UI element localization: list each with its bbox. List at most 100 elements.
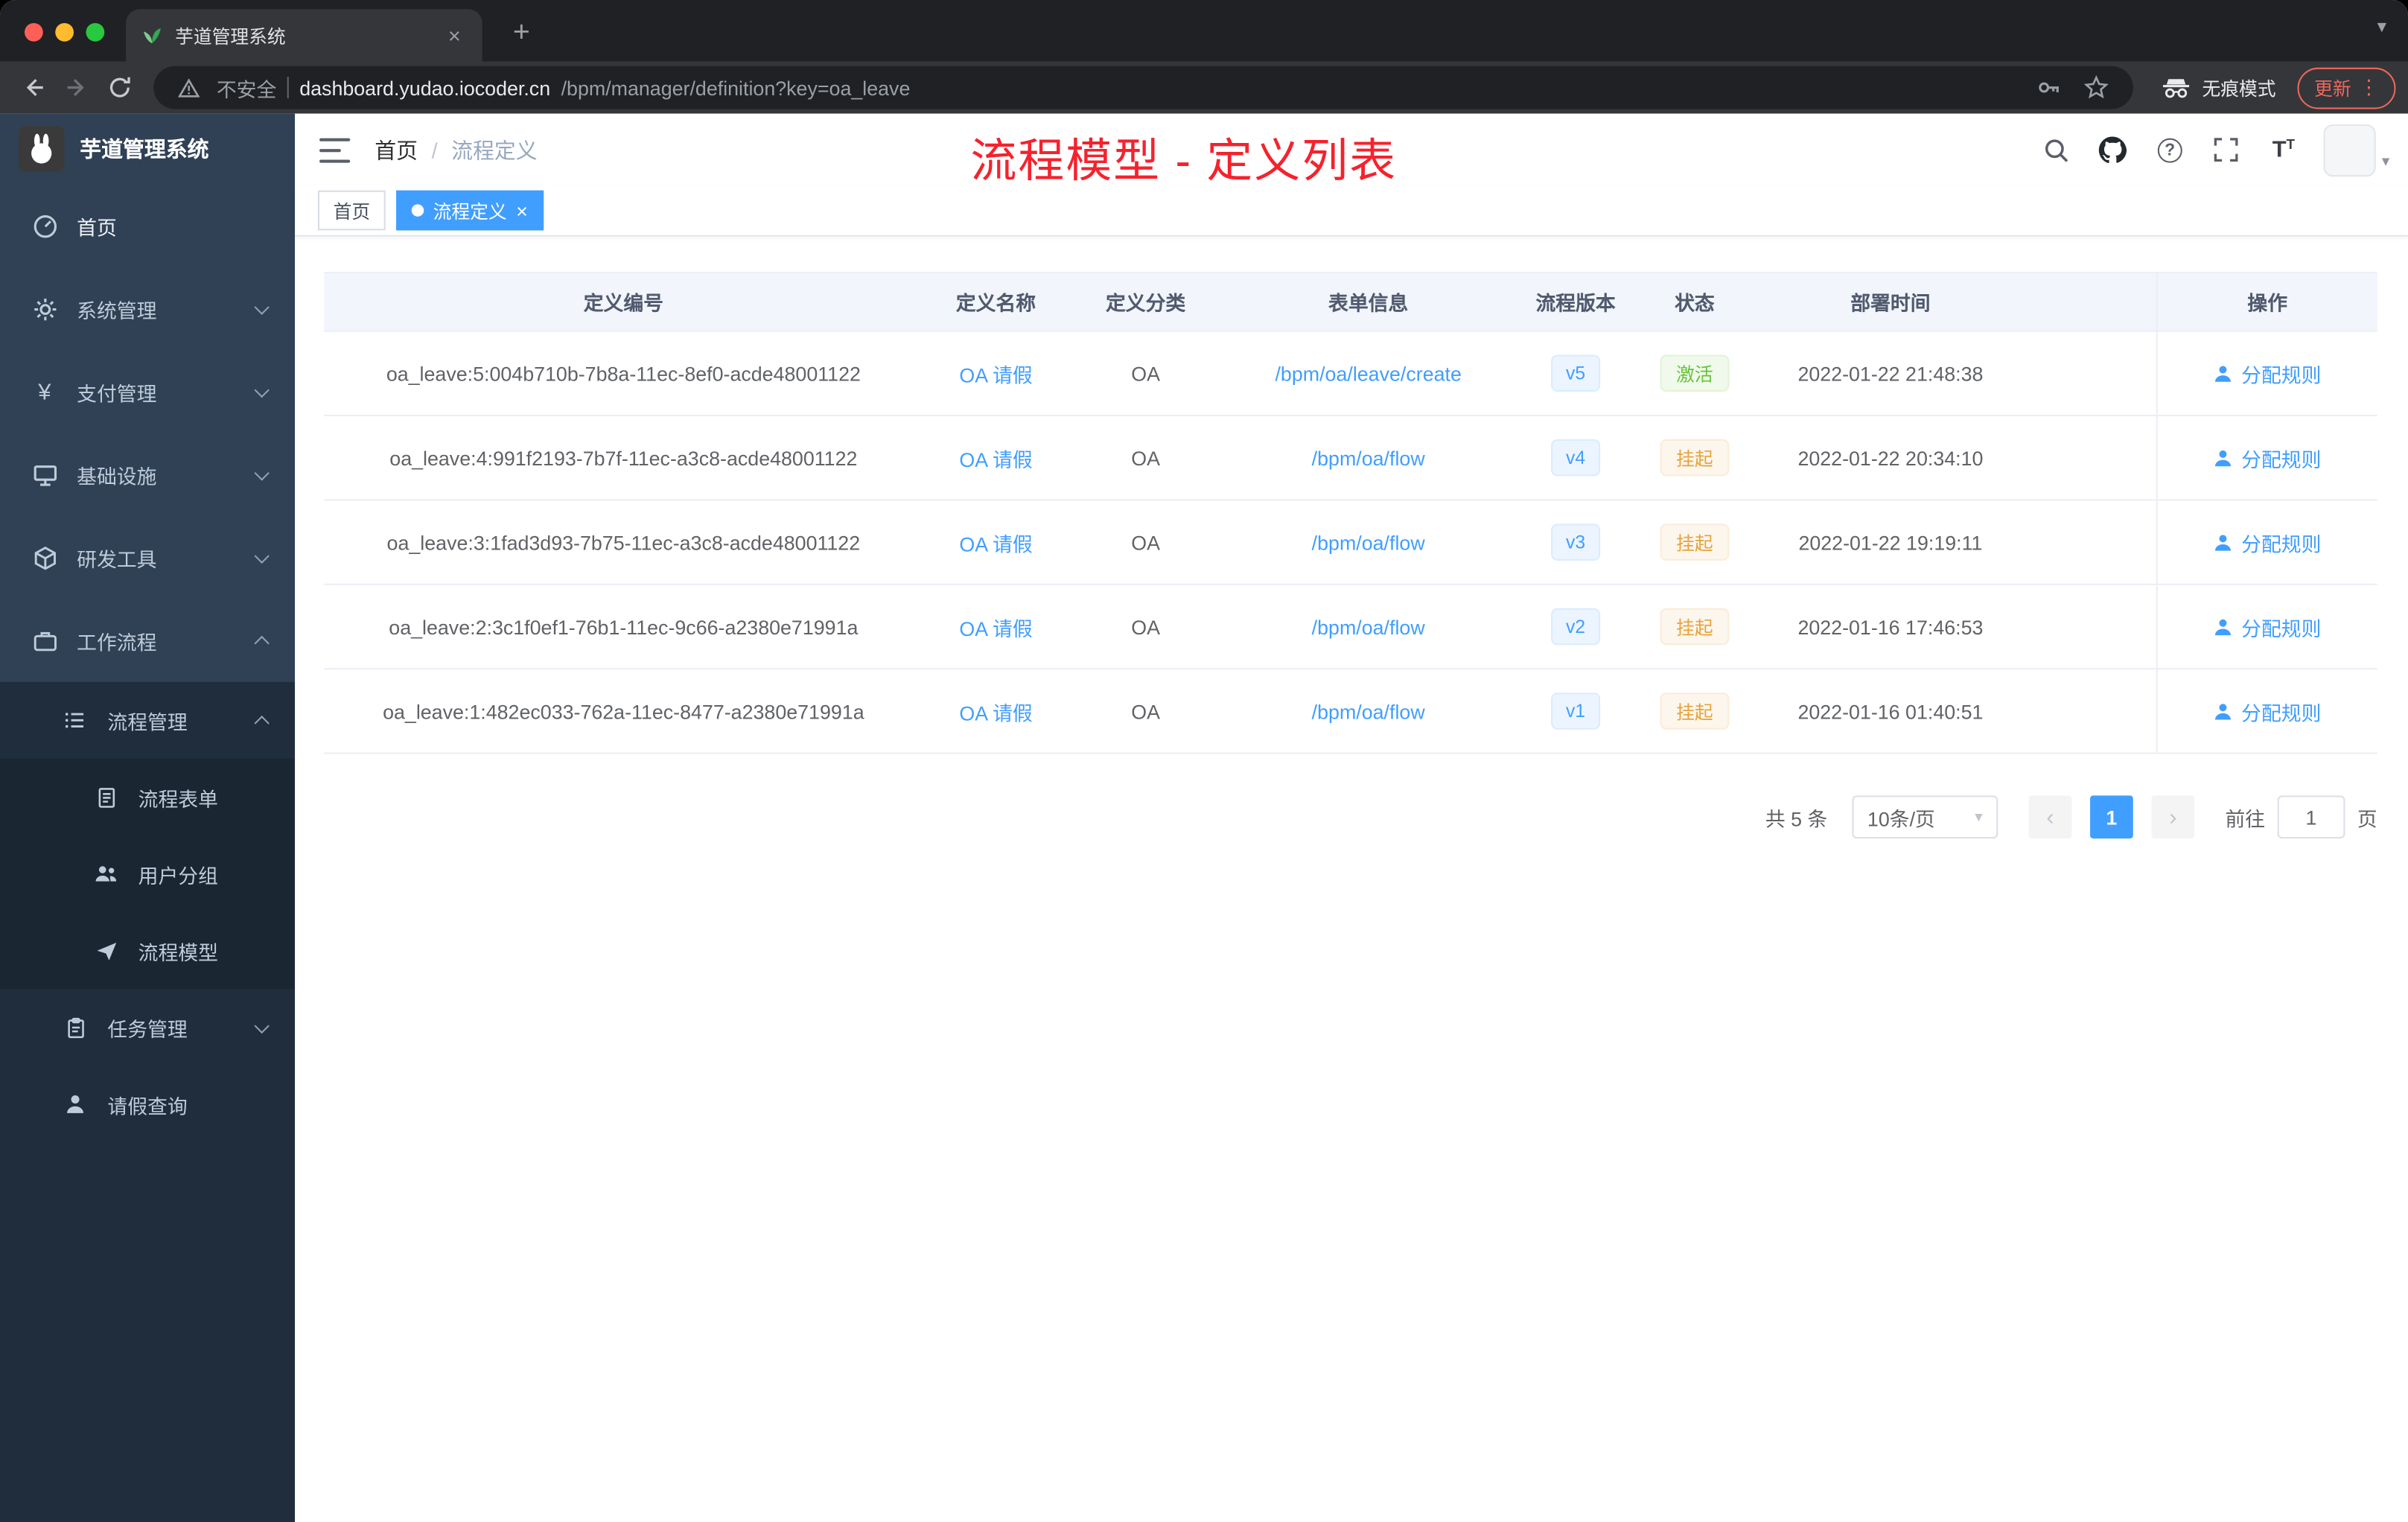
total-count: 共 5 条 (1765, 806, 1828, 830)
new-tab-button[interactable]: + (504, 17, 540, 51)
tab-title: 芋道管理系统 (175, 25, 286, 47)
avatar-caret-icon: ▾ (2381, 153, 2390, 170)
status-tag: 挂起 (1660, 608, 1729, 646)
tab-close-icon[interactable]: × (442, 22, 467, 49)
sidebar-item-system-management[interactable]: 系统管理 (0, 267, 295, 350)
chevron-up-icon (254, 715, 270, 730)
form-link[interactable]: /bpm/oa/flow (1312, 531, 1425, 554)
incognito-badge: 无痕模式 (2145, 74, 2291, 101)
chevron-down-icon (254, 1017, 270, 1034)
search-icon[interactable] (2039, 133, 2073, 166)
assign-rule-link[interactable]: 分配规则 (2214, 443, 2321, 472)
sidebar-item-label: 流程表单 (138, 787, 218, 810)
sidebar-item-task-management[interactable]: 任务管理 (0, 989, 295, 1066)
form-link[interactable]: /bpm/oa/flow (1312, 699, 1425, 722)
sidebar-item-process-form[interactable]: 流程表单 (0, 759, 295, 835)
window-maximize-button[interactable] (86, 22, 105, 42)
reload-icon[interactable] (98, 66, 141, 109)
font-size-icon[interactable]: TT (2267, 133, 2300, 166)
definition-id-cell: oa_leave:3:1fad3d93-7b75-11ec-a3c8-acde4… (386, 530, 861, 554)
sidebar-item-process-model[interactable]: 流程模型 (0, 912, 295, 989)
deploy-time-cell: 2022-01-16 01:40:51 (1797, 699, 1984, 723)
page-annotation: 流程模型 - 定义列表 (970, 136, 1398, 188)
table-row: oa_leave:2:3c1f0ef1-76b1-11ec-9c66-a2380… (324, 585, 2377, 670)
form-link[interactable]: /bpm/oa/flow (1312, 446, 1425, 469)
definition-category-cell: OA (1131, 446, 1160, 470)
sidebar-item-label: 请假查询 (107, 1094, 188, 1118)
forward-icon[interactable] (55, 66, 98, 109)
incognito-icon (2161, 77, 2191, 98)
list-icon (62, 707, 89, 734)
sidebar-item-process-management[interactable]: 流程管理 (0, 682, 295, 759)
sidebar-item-label: 研发工具 (77, 547, 157, 571)
paper-plane-icon (92, 937, 120, 964)
sidebar-item-user-group[interactable]: 用户分组 (0, 835, 295, 912)
header-actions: ? TT ▾ (2039, 114, 2389, 186)
column-header: 部署时间 (1850, 291, 1931, 315)
user-avatar[interactable]: ▾ (2323, 124, 2389, 176)
app-header: 首页 / 流程定义 流程模型 - 定义列表 ? T T ▾ (295, 114, 2408, 188)
form-link[interactable]: /bpm/oa/leave/create (1275, 362, 1461, 385)
breadcrumb-separator: / (431, 137, 438, 162)
question-mark: ? (2165, 140, 2176, 159)
avatar (2323, 124, 2376, 176)
tag-home[interactable]: 首页 (317, 190, 386, 231)
page-number-1[interactable]: 1 (2089, 795, 2133, 839)
address-bar[interactable]: 不安全 dashboard.yudao.iocoder.cn/bpm/manag… (153, 66, 2133, 109)
github-icon[interactable] (2096, 133, 2130, 166)
logo-avatar (18, 126, 65, 172)
definition-name-link[interactable]: OA 请假 (959, 696, 1032, 725)
fullscreen-icon[interactable] (2210, 133, 2243, 166)
definition-name-link[interactable]: OA 请假 (959, 443, 1032, 472)
document-icon (92, 783, 120, 811)
user-group-icon (92, 860, 120, 888)
help-icon[interactable]: ? (2153, 133, 2187, 166)
browser-tab[interactable]: 芋道管理系统 × (126, 9, 482, 62)
update-button[interactable]: 更新 ⋮ (2297, 66, 2396, 109)
user-icon (2215, 449, 2232, 466)
definition-name-link[interactable]: OA 请假 (959, 359, 1032, 388)
security-label[interactable]: 不安全 (217, 73, 276, 102)
page-size-select[interactable]: 10条/页 ▾ (1852, 795, 1998, 839)
password-key-icon[interactable] (2030, 75, 2068, 100)
next-page-button[interactable]: › (2151, 795, 2195, 839)
chevron-down-icon (254, 465, 270, 480)
sidebar-item-leave-query[interactable]: 请假查询 (0, 1066, 295, 1142)
person-icon (62, 1090, 89, 1118)
browser-menu-dots-icon[interactable]: ⋮ (2359, 75, 2379, 100)
chevron-down-icon (254, 381, 270, 398)
url-path: /bpm/manager/definition?key=oa_leave (561, 76, 911, 100)
app-logo[interactable]: 芋道管理系统 (0, 114, 295, 185)
prev-page-button[interactable]: ‹ (2028, 795, 2072, 839)
sidebar-item-home[interactable]: 首页 (0, 185, 295, 267)
form-link[interactable]: /bpm/oa/flow (1312, 615, 1425, 638)
workflow-submenu: 流程管理 流程表单 用户分组 流程模型 任务管理 请假查询 (0, 681, 295, 1522)
assign-rule-link[interactable]: 分配规则 (2214, 696, 2321, 725)
definition-name-link[interactable]: OA 请假 (959, 527, 1032, 556)
definition-name-link[interactable]: OA 请假 (959, 612, 1032, 641)
sidebar-item-infrastructure[interactable]: 基础设施 (0, 433, 295, 516)
assign-rule-link[interactable]: 分配规则 (2214, 527, 2321, 556)
tag-active-dot (411, 204, 424, 217)
tag-close-icon[interactable]: × (516, 200, 528, 220)
status-tag: 挂起 (1660, 439, 1729, 477)
breadcrumb-home[interactable]: 首页 (375, 134, 418, 165)
sidebar-toggle-button[interactable] (319, 137, 351, 162)
dashboard-icon (31, 212, 58, 240)
goto-page-input[interactable] (2277, 795, 2345, 839)
assign-rule-link[interactable]: 分配规则 (2214, 359, 2321, 388)
bookmark-star-icon[interactable] (2077, 75, 2115, 100)
sidebar-item-workflow[interactable]: 工作流程 (0, 599, 295, 681)
tag-process-definition[interactable]: 流程定义 × (396, 190, 544, 231)
assign-rule-link[interactable]: 分配规则 (2214, 612, 2321, 641)
sidebar-item-payment-management[interactable]: ¥ 支付管理 (0, 350, 295, 433)
window-close-button[interactable] (25, 22, 43, 42)
browser-toolbar: 不安全 dashboard.yudao.iocoder.cn/bpm/manag… (0, 61, 2408, 114)
sidebar-item-dev-tools[interactable]: 研发工具 (0, 516, 295, 599)
url-host: dashboard.yudao.iocoder.cn (299, 76, 551, 100)
window-minimize-button[interactable] (55, 22, 74, 42)
back-icon[interactable] (13, 66, 56, 109)
tab-search-icon[interactable]: ▾ (2377, 16, 2386, 37)
sidebar-item-label: 用户分组 (138, 864, 218, 888)
table-header-row: 定义编号 定义名称 定义分类 表单信息 流程版本 状态 部署时间 操作 (324, 273, 2377, 332)
